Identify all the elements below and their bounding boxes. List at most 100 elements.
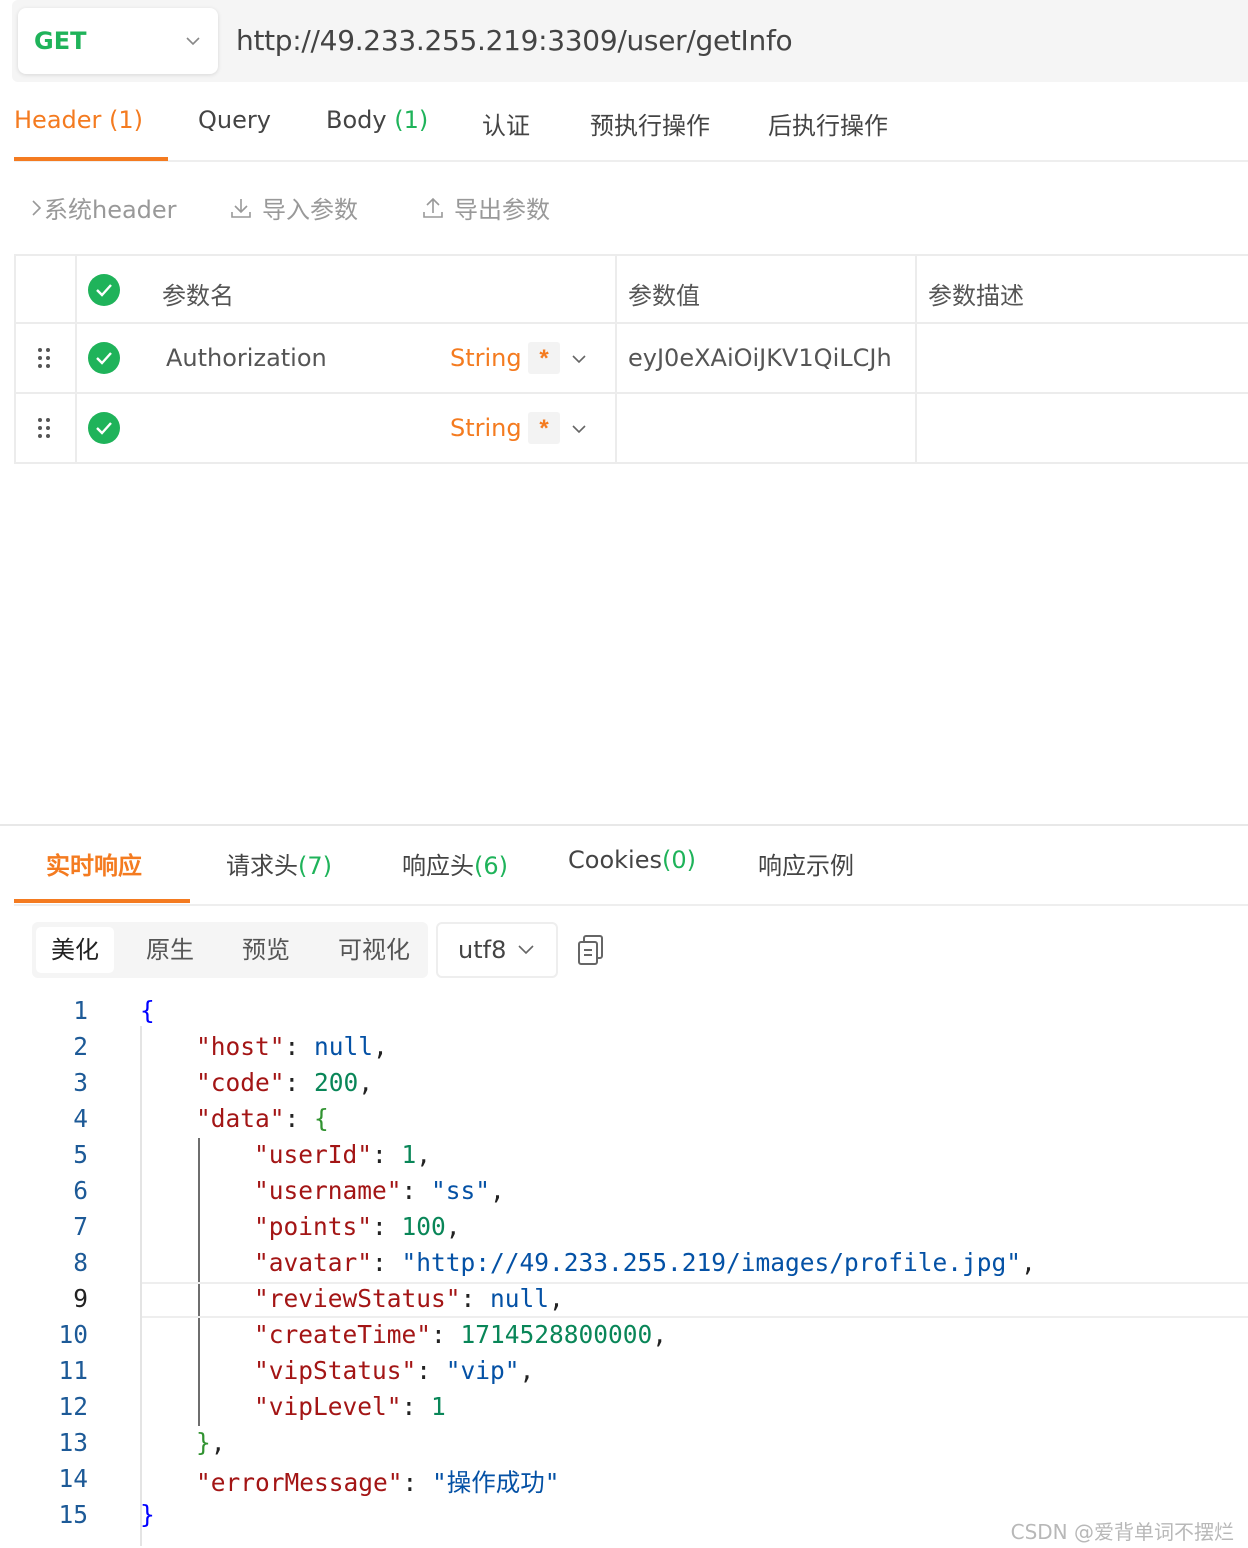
tab-label: Body	[326, 106, 387, 134]
system-header-toggle[interactable]: 系统header	[30, 190, 177, 225]
line-number: 2	[73, 1032, 88, 1061]
encoding-value: utf8	[458, 936, 507, 964]
drag-handle-icon[interactable]	[38, 418, 54, 440]
line-number: 13	[58, 1428, 88, 1457]
json-value-avatar: "http://49.233.255.219/images/profile.jp…	[401, 1248, 1022, 1277]
row-enabled-checkbox[interactable]	[88, 412, 120, 444]
required-toggle[interactable]: *	[528, 412, 560, 444]
chevron-down-icon	[518, 945, 534, 955]
tab-label: 请求头	[226, 852, 298, 880]
tab-auth[interactable]: 认证	[482, 106, 530, 141]
tab-request-headers[interactable]: 请求头(7)	[226, 846, 332, 881]
json-value-username: "ss"	[431, 1176, 491, 1205]
tab-post-request[interactable]: 后执行操作	[768, 106, 888, 141]
view-mode-pretty[interactable]: 美化	[36, 927, 114, 973]
json-value-host: null	[314, 1032, 374, 1061]
tab-label: Header	[14, 106, 102, 134]
tab-cookies[interactable]: Cookies(0)	[568, 846, 696, 874]
export-params-button[interactable]: 导出参数	[422, 190, 550, 225]
select-all-checkbox[interactable]	[88, 274, 120, 306]
code-line: "code": 200,	[196, 1068, 374, 1097]
param-name-input[interactable]: Authorization	[166, 344, 327, 372]
view-mode-preview[interactable]: 预览	[224, 927, 308, 973]
line-number: 6	[73, 1176, 88, 1205]
code-line: {	[140, 996, 155, 1025]
tab-label: 响应头	[402, 852, 474, 880]
encoding-select[interactable]: utf8	[436, 922, 558, 978]
header-params-table: 参数名 参数值 参数描述 Authorization String * eyJ0…	[14, 254, 1248, 464]
tab-body[interactable]: Body (1)	[326, 106, 428, 134]
column-header-value: 参数值	[628, 282, 700, 310]
line-number: 10	[58, 1320, 88, 1349]
watermark: CSDN @爱背单词不摆烂	[1010, 1520, 1234, 1544]
check-icon	[96, 284, 112, 297]
code-line: "username": "ss",	[254, 1176, 505, 1205]
system-header-label: 系统header	[44, 196, 177, 224]
column-header-description: 参数描述	[928, 282, 1024, 310]
line-number: 14	[58, 1464, 88, 1493]
json-value-userid: 1	[401, 1140, 417, 1169]
line-number: 1	[73, 996, 88, 1025]
view-mode-visualize[interactable]: 可视化	[324, 927, 424, 973]
tab-count: (7)	[298, 852, 332, 880]
code-line: "vipLevel": 1	[254, 1392, 446, 1421]
line-number: 4	[73, 1104, 88, 1133]
tab-count: (0)	[661, 846, 696, 874]
line-number: 7	[73, 1212, 88, 1241]
tab-header[interactable]: Header (1)	[14, 106, 143, 134]
code-line: "avatar": "http://49.233.255.219/images/…	[254, 1248, 1036, 1277]
code-line: }	[140, 1500, 155, 1529]
tab-count: (6)	[474, 852, 508, 880]
json-value-createtime: 1714528800000	[460, 1320, 653, 1349]
tab-count: (1)	[109, 106, 144, 134]
tab-label: 响应示例	[758, 852, 854, 880]
url-input[interactable]: http://49.233.255.219:3309/user/getInfo	[236, 24, 793, 57]
view-mode-raw[interactable]: 原生	[128, 927, 212, 973]
column-header-name: 参数名	[162, 282, 234, 310]
tab-label: Cookies	[568, 846, 662, 874]
required-toggle[interactable]: *	[528, 342, 560, 374]
code-line: "reviewStatus": null,	[254, 1284, 564, 1313]
check-icon	[96, 422, 112, 435]
row-enabled-checkbox[interactable]	[88, 342, 120, 374]
table-row: Authorization String * eyJ0eXAiOiJKV1QiL…	[16, 324, 1248, 394]
view-mode-segmented: 美化 原生 预览 可视化	[32, 922, 428, 978]
param-type-select[interactable]: String	[450, 414, 522, 442]
json-value-points: 100	[401, 1212, 446, 1241]
json-value-viplevel: 1	[431, 1392, 446, 1421]
tab-query[interactable]: Query	[198, 106, 271, 134]
tab-response-headers[interactable]: 响应头(6)	[402, 846, 508, 881]
tab-label: Query	[198, 106, 271, 134]
request-tabs: Header (1) Query Body (1) 认证 预执行操作 后执行操作	[14, 96, 1248, 162]
tab-label: 预执行操作	[590, 112, 710, 140]
code-line: "userId": 1,	[254, 1140, 432, 1169]
copy-icon[interactable]	[576, 934, 606, 966]
tab-pre-request[interactable]: 预执行操作	[590, 106, 710, 141]
code-line: },	[196, 1428, 226, 1457]
download-icon	[231, 198, 251, 218]
tab-label: 后执行操作	[768, 112, 888, 140]
code-line: "host": null,	[196, 1032, 388, 1061]
tab-response-examples[interactable]: 响应示例	[758, 846, 854, 881]
code-line: "vipStatus": "vip",	[254, 1356, 535, 1385]
json-value-errormessage: "操作成功"	[432, 1468, 560, 1497]
drag-handle-icon[interactable]	[38, 348, 54, 370]
chevron-down-icon[interactable]	[572, 424, 586, 434]
line-number: 5	[73, 1140, 88, 1169]
import-params-button[interactable]: 导入参数	[230, 190, 358, 225]
import-params-label: 导入参数	[262, 196, 358, 224]
param-value-input[interactable]: eyJ0eXAiOiJKV1QiLCJh	[628, 344, 892, 372]
tab-label: 认证	[482, 112, 530, 140]
tab-count: (1)	[394, 106, 429, 134]
active-tab-indicator	[14, 899, 190, 903]
table-header-row: 参数名 参数值 参数描述	[16, 256, 1248, 324]
code-line: "points": 100,	[254, 1212, 461, 1241]
tab-live-response[interactable]: 实时响应	[46, 846, 142, 881]
upload-icon	[423, 197, 443, 218]
line-number-current: 9	[73, 1284, 88, 1313]
method-select[interactable]: GET	[18, 8, 218, 74]
param-type-select[interactable]: String	[450, 344, 522, 372]
chevron-down-icon[interactable]	[572, 354, 586, 364]
panel-divider[interactable]	[0, 824, 1248, 826]
response-body-editor[interactable]: 1 2 3 4 5 6 7 8 9 10 11 12 13 14 15 { "h…	[0, 992, 1248, 1548]
